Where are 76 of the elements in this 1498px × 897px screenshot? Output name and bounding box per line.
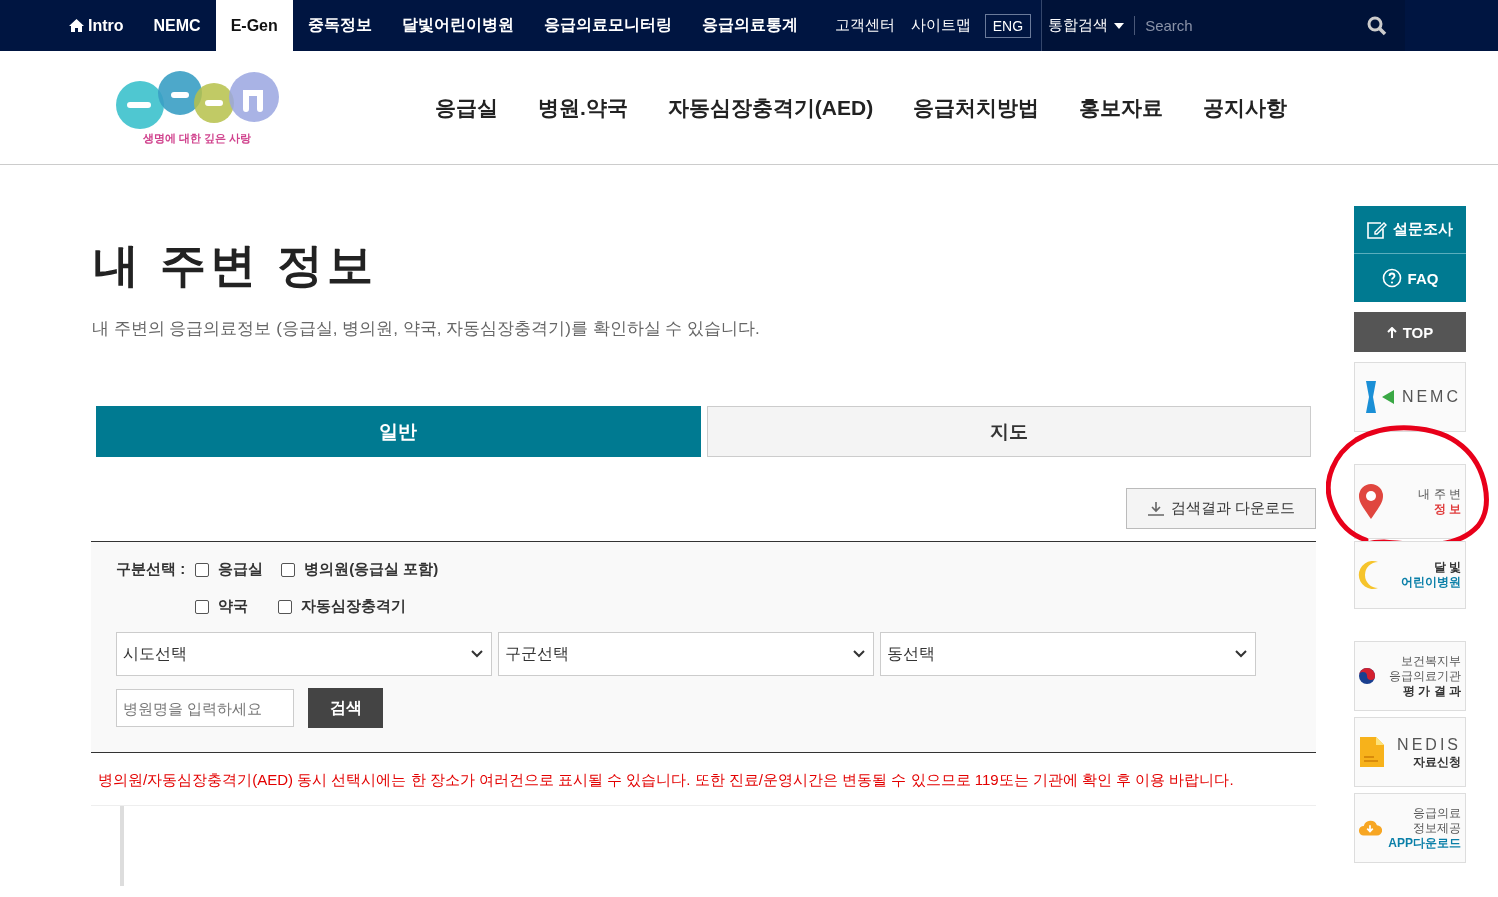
main-nav-link[interactable]: 응급실 xyxy=(435,93,498,122)
view-tab[interactable]: 일반 xyxy=(96,406,701,457)
main-nav-link[interactable]: 홍보자료 xyxy=(1079,93,1164,122)
type-checkbox[interactable]: 응급실 xyxy=(195,560,264,579)
tile-text: 어린이병원 xyxy=(1401,575,1461,590)
type-checkbox[interactable]: 자동심장충격기 xyxy=(278,597,406,616)
quick-link-tile[interactable]: 보건복지부 응급의료기관 평 가 결 과 xyxy=(1354,641,1466,711)
tile-text: APP다운로드 xyxy=(1388,835,1461,851)
page-subtitle: 내 주변의 응급의료정보 (응급실, 병의원, 약국, 자동심장충격기)를 확인하실 수 있습니다. xyxy=(92,318,761,340)
type-checkbox[interactable]: 약국 xyxy=(195,597,248,616)
language-button[interactable]: ENG xyxy=(984,13,1032,38)
tile-text: 자료신청 xyxy=(1413,754,1461,770)
notice-text: 병의원/자동심장충격기(AED) 동시 선택시에는 한 장소가 여러건으로 표시될 수 있습니다. 또한 진료/운영시간은 변동될 수 있으므로 119또는 기관에 확인 후 이용 바랍니다. xyxy=(91,767,1316,806)
main-nav-link[interactable]: 공지사항 xyxy=(1203,93,1288,122)
top-nav-link[interactable]: 중독정보 xyxy=(292,0,387,51)
region-select[interactable]: 시도선택 xyxy=(116,632,492,676)
checkbox[interactable] xyxy=(278,599,292,614)
tile-text: 보건복지부 xyxy=(1401,653,1461,669)
top-nav-link[interactable]: 응급의료모니터링 xyxy=(528,0,687,51)
utility-link[interactable]: 사이트맵 xyxy=(902,0,979,51)
search-button[interactable]: 검색 xyxy=(308,688,383,728)
cloud-download-icon xyxy=(1358,819,1382,837)
top-nav-link[interactable]: NEMC xyxy=(138,0,216,51)
home-icon xyxy=(69,19,84,32)
checkbox[interactable] xyxy=(281,562,296,577)
checkbox[interactable] xyxy=(195,599,209,614)
quick-menu-button[interactable]: FAQ xyxy=(1354,254,1466,302)
tile-text: 내 주 변 xyxy=(1418,486,1461,502)
quick-link-tile[interactable]: NEMC xyxy=(1354,362,1466,432)
download-icon xyxy=(1146,500,1165,517)
tile-text: 평 가 결 과 xyxy=(1403,683,1461,699)
type-checkbox[interactable]: 병의원(응급실 포함) xyxy=(281,560,439,579)
search-icon[interactable] xyxy=(1367,15,1388,36)
quick-link-tile[interactable]: 내 주 변 정 보 xyxy=(1354,464,1466,539)
tile-text: NEDIS xyxy=(1397,734,1461,755)
document-icon xyxy=(1358,735,1386,769)
utility-link[interactable]: 고객센터 xyxy=(826,0,903,51)
quick-link-tile[interactable]: NEDIS 자료신청 xyxy=(1354,717,1466,787)
checkbox[interactable] xyxy=(195,562,210,577)
hospital-name-field[interactable]: 병원명을 입력하세요 xyxy=(116,689,294,727)
tile-text: 응급의료기관 xyxy=(1389,668,1461,684)
tile-text: 정 보 xyxy=(1433,501,1461,517)
taegeuk-icon xyxy=(1358,667,1376,685)
back-to-top-button[interactable]: TOP xyxy=(1354,312,1466,352)
main-nav-link[interactable]: 자동심장충격기(AED) xyxy=(667,93,874,122)
help-icon xyxy=(1381,268,1402,288)
tile-text: NEMC xyxy=(1401,387,1461,407)
quick-menu-button[interactable]: 설문조사 xyxy=(1354,206,1466,254)
top-nav-link[interactable]: 달빛어린이병원 xyxy=(386,0,529,51)
top-nav-link[interactable]: Intro xyxy=(54,0,139,51)
region-select[interactable]: 구군선택 xyxy=(498,632,874,676)
chevron-down-icon xyxy=(471,650,483,658)
logo-tagline: 생명에 대한 깊은 사랑 xyxy=(142,131,252,146)
tile-text: 응급의료 xyxy=(1413,805,1461,821)
region-select[interactable]: 동선택 xyxy=(880,632,1256,676)
caret-icon xyxy=(1114,22,1125,29)
top-nav-link[interactable]: E-Gen xyxy=(215,0,293,51)
location-pin-icon xyxy=(1358,483,1384,520)
quick-link-tile[interactable]: 응급의료 정보제공 APP다운로드 xyxy=(1354,793,1466,863)
edit-icon xyxy=(1367,220,1387,239)
top-nav-link[interactable]: 응급의료통계 xyxy=(686,0,813,51)
main-nav-link[interactable]: 병원.약국 xyxy=(538,93,628,122)
page-title: 내 주변 정보 xyxy=(93,238,378,293)
view-tab[interactable]: 지도 xyxy=(706,406,1311,457)
chevron-down-icon xyxy=(853,650,865,658)
tile-text: 달 빛 xyxy=(1433,560,1461,575)
tile-text: 정보제공 xyxy=(1413,820,1461,836)
egen-logo-icon[interactable] xyxy=(114,69,280,129)
filter-label: 구분선택 : xyxy=(116,560,186,579)
search-scope-dropdown[interactable]: 통합검색 xyxy=(1048,16,1136,35)
quick-link-tile[interactable]: 달 빛 어린이병원 xyxy=(1354,541,1466,609)
main-nav-link[interactable]: 응급처치방법 xyxy=(913,93,1040,122)
arrow-up-icon xyxy=(1386,326,1397,338)
download-button[interactable]: 검색결과 다운로드 xyxy=(1125,488,1316,529)
chevron-down-icon xyxy=(1235,650,1247,658)
search-field[interactable]: Search xyxy=(1135,16,1368,35)
